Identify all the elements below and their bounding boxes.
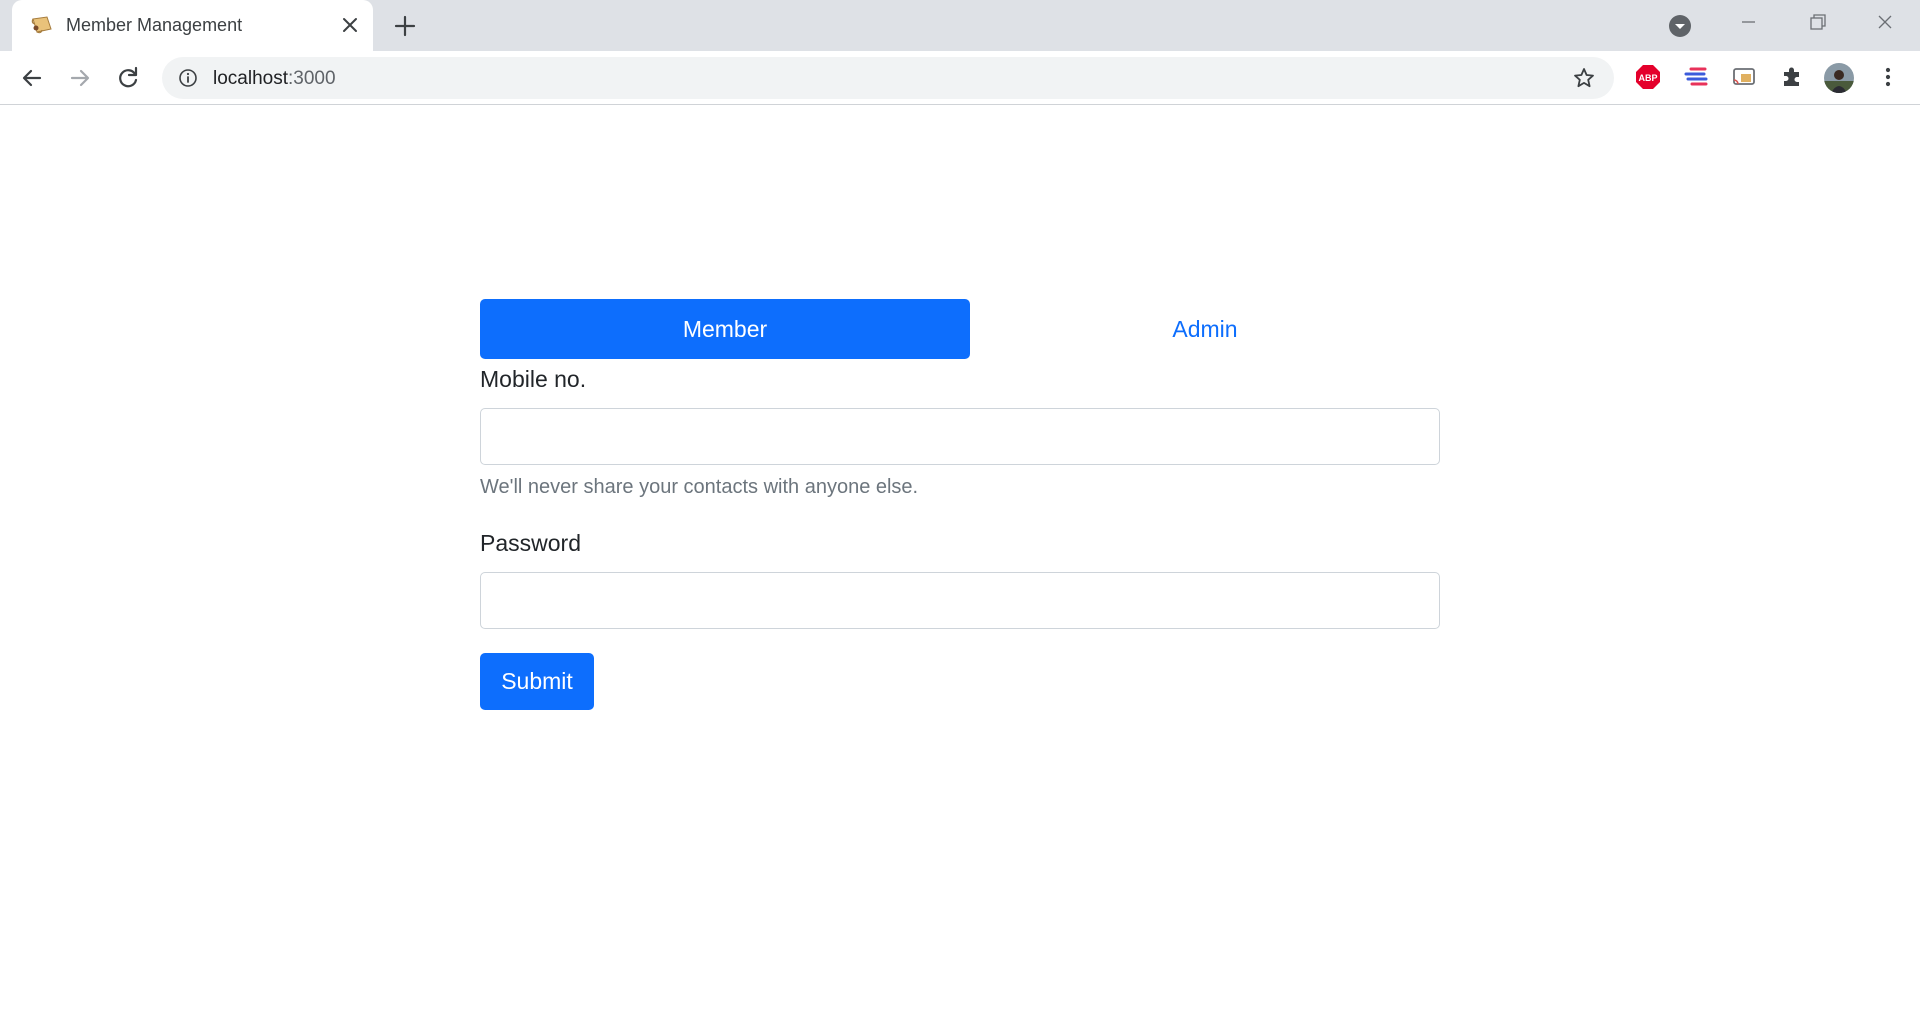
kebab-menu-icon[interactable]	[1874, 63, 1902, 91]
browser-tab[interactable]: Member Management	[12, 0, 373, 51]
window-close-icon[interactable]	[1865, 8, 1905, 36]
abp-label: ABP	[1638, 73, 1657, 83]
url-text: localhost:3000	[213, 68, 336, 90]
arrow-left-icon[interactable]	[16, 62, 48, 94]
star-icon[interactable]	[1572, 66, 1596, 90]
avatar-icon	[1824, 63, 1854, 93]
restore-icon[interactable]	[1797, 8, 1837, 36]
mobile-input[interactable]	[480, 408, 1440, 465]
password-label: Password	[480, 530, 581, 556]
plus-icon[interactable]	[392, 13, 418, 39]
minimize-icon[interactable]	[1728, 8, 1768, 36]
adblock-icon[interactable]: ABP	[1634, 63, 1662, 91]
url-port: :3000	[288, 68, 336, 89]
tab-admin[interactable]: Admin	[970, 299, 1440, 359]
avatar[interactable]	[1824, 63, 1854, 93]
scroll-icon	[31, 16, 52, 34]
arrow-right-icon[interactable]	[64, 62, 96, 94]
password-input[interactable]	[480, 572, 1440, 629]
role-tabs: Member Admin	[480, 299, 1440, 359]
puzzle-icon[interactable]	[1778, 63, 1806, 91]
chevron-down-icon[interactable]	[1668, 14, 1692, 38]
login-form: Member Admin Mobile no. We'll never shar…	[480, 299, 1440, 710]
lines-extension-icon[interactable]	[1682, 63, 1710, 91]
tab-title: Member Management	[66, 15, 243, 35]
browser-toolbar: localhost:3000 ABP	[0, 51, 1920, 105]
info-icon[interactable]	[178, 68, 198, 88]
reload-icon[interactable]	[112, 62, 144, 94]
close-icon[interactable]	[339, 14, 361, 36]
browser-tabstrip: Member Management	[0, 0, 1920, 51]
mobile-help-text: We'll never share your contacts with any…	[480, 476, 919, 498]
address-bar[interactable]: localhost:3000	[162, 57, 1614, 99]
tab-member[interactable]: Member	[480, 299, 970, 359]
submit-button[interactable]: Submit	[480, 653, 594, 710]
url-host: localhost	[213, 68, 288, 89]
page-content: Member Admin Mobile no. We'll never shar…	[0, 106, 1920, 1020]
mobile-label: Mobile no.	[480, 366, 587, 392]
cast-extension-icon[interactable]	[1730, 63, 1758, 91]
